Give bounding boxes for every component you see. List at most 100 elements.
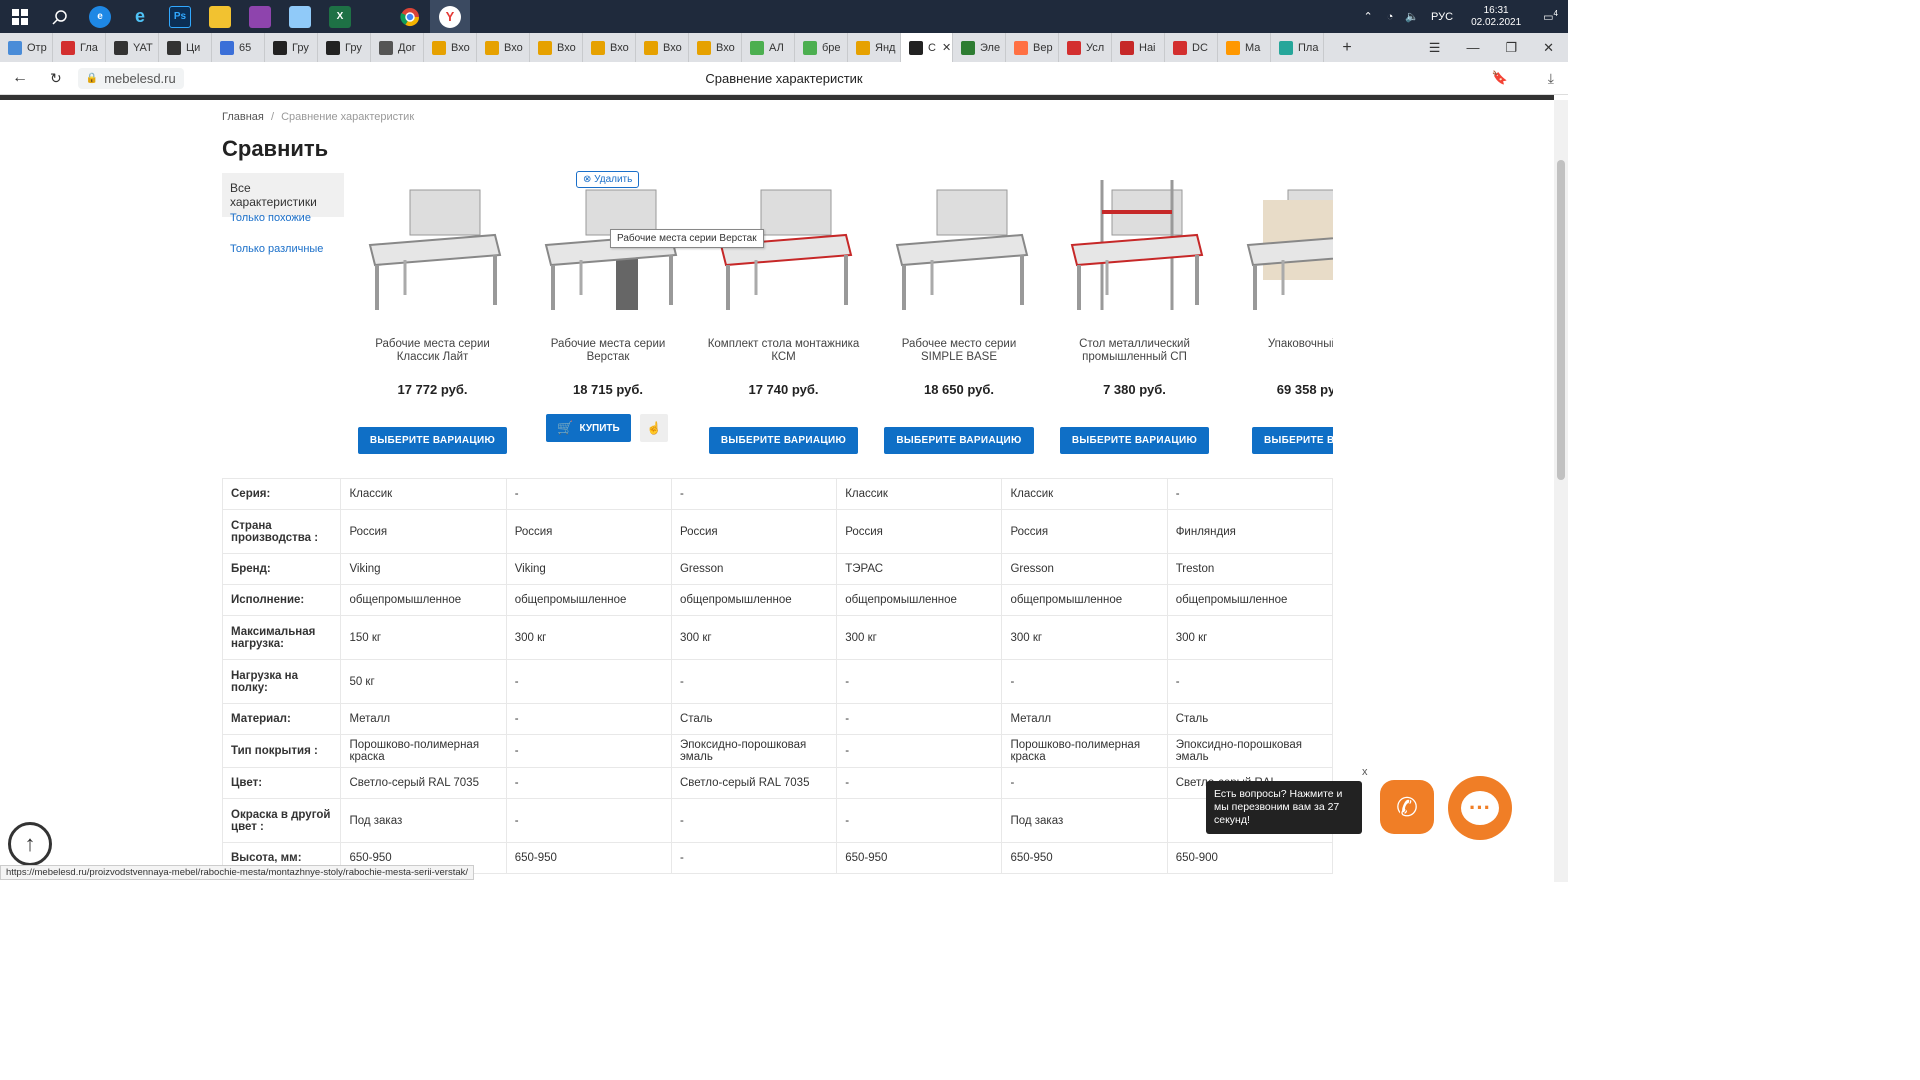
browser-tab[interactable]: Вхо [424,33,477,62]
browser-tab[interactable]: Гру [265,33,318,62]
chat-button[interactable]: ··· [1448,776,1512,840]
browser-tab[interactable]: Вхо [689,33,742,62]
breadcrumb-home[interactable]: Главная [222,111,264,123]
restore-icon[interactable]: ❐ [1505,40,1517,56]
breadcrumb-current: Сравнение характеристик [281,111,415,123]
choose-variation-button[interactable]: ВЫБЕРИТЕ ВАРИ [1252,427,1333,454]
table-cell: Treston [1166,553,1333,585]
network-icon[interactable]: ◔ [1387,11,1394,23]
choose-variation-button[interactable]: ВЫБЕРИТЕ ВАРИАЦИЮ [1059,427,1210,454]
filter-different[interactable]: Только различные [222,235,331,263]
product-image[interactable] [1047,170,1222,320]
browser-tab[interactable]: 65 [212,33,265,62]
winrar-icon[interactable] [240,0,280,33]
chrome-icon[interactable] [390,0,430,33]
page-title-center: Сравнение характеристик [705,70,863,86]
browser-tab[interactable]: Гла [53,33,106,62]
product-image[interactable] [345,170,520,320]
product-name[interactable]: Стол металлический промышленный СП [1047,338,1222,378]
close-window-icon[interactable]: ✕ [1543,40,1554,56]
table-cell: - [1166,659,1333,704]
download-icon[interactable]: ⤓ [1548,70,1554,87]
product-name[interactable]: Рабочие места серии Классик Лайт [345,338,520,378]
url-domain: mebelesd.ru [104,70,176,86]
table-cell: общепромышленное [340,584,507,616]
yandex-browser-icon[interactable]: Y [430,0,470,33]
table-cell: Светло-серый RAL 7035 [670,767,838,799]
excel-icon[interactable]: X [320,0,360,33]
ie-icon[interactable]: e [120,0,160,33]
clock-date: 02.02.2021 [1471,16,1522,28]
tab-label: Янд [875,41,896,54]
browser-tab[interactable]: Вхо [636,33,689,62]
browser-tab[interactable]: Ма [1218,33,1271,62]
product-name[interactable]: Упаковочный ст [1223,338,1333,378]
product-name[interactable]: Комплект стола монтажника КСМ [696,338,871,378]
reload-icon[interactable]: ↻ [50,70,62,87]
browser-tab[interactable]: DC [1165,33,1218,62]
windows-start-icon[interactable] [0,0,40,33]
browser-tab[interactable]: Усл [1059,33,1112,62]
cart-icon: 🛒 [557,420,574,435]
language-indicator[interactable]: РУС [1431,11,1453,23]
filter-similar[interactable]: Только похожие [222,204,319,232]
minimize-icon[interactable]: — [1466,40,1479,56]
product-name[interactable]: Рабочее место серии SIMPLE BASE [872,338,1047,378]
browser-tab[interactable]: YAT [106,33,159,62]
buy-button[interactable]: 🛒 КУПИТЬ [546,414,631,442]
new-tab-button[interactable]: + [1332,39,1362,57]
table-cell: - [836,734,1003,768]
file-explorer-icon[interactable] [200,0,240,33]
scrollbar-thumb[interactable] [1557,160,1565,480]
browser-tab[interactable]: АЛ [742,33,795,62]
back-icon[interactable]: ← [12,69,28,87]
callback-close[interactable]: x [1362,766,1368,778]
notification-icon[interactable]: ▭4 [1543,9,1558,24]
row-label: Нагрузка на полку: [222,659,342,704]
browser-tab[interactable]: бре [795,33,848,62]
table-cell: Порошково-полимерная краска [1001,734,1168,768]
menu-icon[interactable]: ☰ [1429,40,1441,56]
photoshop-icon[interactable]: Ps [160,0,200,33]
bookmark-icon[interactable]: 🔖 [1492,70,1508,86]
edge-icon[interactable]: e [80,0,120,33]
product-image[interactable] [872,170,1047,320]
browser-tab[interactable]: Вер [1006,33,1059,62]
callback-phone-button[interactable]: ✆ [1380,780,1434,834]
page-scrollbar[interactable] [1554,100,1568,882]
choose-variation-button[interactable]: ВЫБЕРИТЕ ВАРИАЦИЮ [708,427,859,454]
browser-tab[interactable]: Вхо [530,33,583,62]
browser-tab[interactable]: Отр [0,33,53,62]
product-image[interactable] [1223,170,1333,320]
product-name[interactable]: Рабочие места серии Верстак [521,338,696,378]
chevron-up-icon[interactable]: ⌃ [1363,10,1372,23]
table-cell: 150 кг [340,615,507,660]
browser-tab[interactable]: Пла [1271,33,1324,62]
browser-tab[interactable]: Наі [1112,33,1165,62]
close-tab-icon[interactable]: ✕ [942,41,951,54]
notepad-icon[interactable] [280,0,320,33]
browser-tab[interactable]: Гру [318,33,371,62]
browser-tab[interactable]: Янд [848,33,901,62]
table-cell: Сталь [670,703,838,735]
browser-tab[interactable]: С ✕ [901,33,953,62]
volume-icon[interactable]: 🔈 [1405,10,1419,23]
browser-tab[interactable]: Дог [371,33,424,62]
browser-tab[interactable]: Ци [159,33,212,62]
browser-tab[interactable]: Вхо [583,33,636,62]
choose-variation-button[interactable]: ВЫБЕРИТЕ ВАРИАЦИЮ [884,427,1034,454]
browser-tab[interactable]: Вхо [477,33,530,62]
delete-button[interactable]: ⊗ Удалить [576,171,640,188]
browser-tab[interactable]: Эле [953,33,1006,62]
one-click-button[interactable]: ☝ [640,414,668,442]
callback-bubble[interactable]: Есть вопросы? Нажмите и мы перезвоним ва… [1206,781,1362,834]
url-field[interactable]: 🔒 mebelesd.ru [77,67,184,89]
choose-variation-button[interactable]: ВЫБЕРИТЕ ВАРИАЦИЮ [357,427,508,454]
table-cell: Под заказ [1001,798,1168,843]
table-cell: Viking [340,553,507,585]
search-icon[interactable] [40,0,80,33]
clock[interactable]: 16:31 02.02.2021 [1471,5,1521,29]
tab-favicon-icon [432,40,446,55]
tab-label: бре [822,41,841,54]
scroll-up-button[interactable]: ↑ [8,822,52,866]
